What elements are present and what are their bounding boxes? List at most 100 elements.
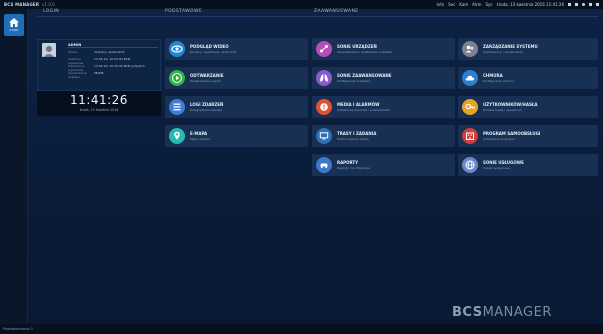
building-icon [462, 128, 478, 144]
tile-title: UŻYTKOWNIKÓW/HASŁA [483, 102, 538, 107]
tile-text: SONIE USŁUGOWE Usługi systemowe [483, 160, 524, 170]
tile-network[interactable]: SONIE URZĄDZEŃ Wyszukiwanie i dodawanie u… [312, 38, 455, 60]
tile-subtitle: Kamery, rejestracja, obraz PTZ [190, 50, 237, 54]
map-icon [169, 128, 185, 144]
tile-globe[interactable]: SONIE USŁUGOWE Usługi systemowe [458, 154, 598, 176]
tile-title: ZARZĄDZANIE SYSTEMU [483, 44, 538, 49]
tile-users[interactable]: ZARZĄDZANIE SYSTEMU Uzytkownicy i uprawni… [458, 38, 598, 60]
tile-cloud[interactable]: CHMURA Konfiguracja chmury [458, 67, 598, 89]
cloud-icon [462, 70, 478, 86]
login-panel: ADMIN Status Aktywny uzytkownik Ostatnie l… [37, 39, 161, 91]
tile-title: SONIE USŁUGOWE [483, 160, 524, 165]
column-header-login: LOGIN [37, 6, 161, 17]
tile-text: PROGRAM SAMOOBSŁUGI Ustawienia programu [483, 131, 540, 141]
tile-subtitle: Wyszukiwanie i dodawanie urządzeń [337, 50, 392, 54]
column-title: PODSTAWOWE [165, 8, 203, 14]
clock-date: środa, 13 kwietnia 2016 [79, 108, 119, 112]
tile-play[interactable]: ODTWARZANIE Przeglądanie nagrań [165, 67, 308, 89]
login-row: Status Aktywny uzytkownik [68, 50, 158, 57]
lungs-icon [316, 70, 332, 86]
tile-title: RAPORTY [337, 160, 359, 165]
tile-subtitle: Raporty i konfiguracja [337, 166, 370, 170]
tile-car[interactable]: RAPORTY Raporty i konfiguracja [312, 154, 455, 176]
column-title: LOGIN [43, 8, 60, 14]
tile-text: UŻYTKOWNIKÓW/HASŁA Zmiana hasła i uprawni… [483, 102, 538, 112]
tile-subtitle: Mapy obiektu [190, 137, 211, 141]
tile-lungs[interactable]: SONIE ZAAWANSOWANE Konfiguracja urządzeń [312, 67, 455, 89]
tile-monitor[interactable]: TRASY I ZADANIA Harmonogram zadań [312, 125, 455, 147]
column-header-basic: PODSTAWOWE [159, 6, 309, 17]
tile-title: ODTWARZANIE [190, 73, 224, 78]
tile-text: ODTWARZANIE Przeglądanie nagrań [190, 73, 223, 83]
list-icon [169, 99, 185, 115]
tile-subtitle: Przeglądanie nagrań [190, 79, 221, 83]
login-row-value: PELNE [94, 71, 104, 75]
app-title: BCS MANAGER [4, 2, 40, 7]
clock-panel: 11:41:26 środa, 13 kwietnia 2016 [37, 91, 161, 116]
login-row: Ostatnie logowanie 13.04.16, 10:54:44 BCM [68, 57, 158, 65]
column-title: ZAAWANSOWANE [314, 8, 359, 14]
login-details: Status Aktywny uzytkownik Ostatnie logowan… [68, 50, 158, 79]
tile-title: MEDIA I ALARMÓW [337, 102, 380, 107]
login-row-label: Uprawnienia dostepu [68, 71, 87, 79]
clock-time: 11:41:26 [70, 93, 128, 107]
login-row: Uprawnienia dostepu PELNE [68, 71, 158, 79]
tile-text: SONIE URZĄDZEŃ Wyszukiwanie i dodawanie u… [337, 44, 392, 54]
users-icon [462, 41, 478, 57]
tile-text: SONIE ZAAWANSOWANE Konfiguracja urządzeń [337, 73, 392, 83]
home-button[interactable]: START [4, 14, 24, 36]
tile-title: CHMURA [483, 73, 503, 78]
tile-eye[interactable]: PODGLĄD WIDEO Kamery, rejestracja, obraz … [165, 38, 308, 60]
tile-text: LOGI ZDARZEŃ Przeglądanie zdarzeń [190, 102, 223, 112]
login-row-value: Aktywny uzytkownik [94, 50, 125, 54]
tile-list[interactable]: LOGI ZDARZEŃ Przeglądanie zdarzeń [165, 96, 308, 118]
alarm-icon [316, 99, 332, 115]
tile-subtitle: Uzytkownicy i uprawnienia [483, 50, 524, 54]
column-header-advanced: ZAAWANSOWANE [308, 6, 598, 17]
tile-subtitle: Konfiguracja urządzeń [337, 79, 371, 83]
login-row-value: 13.04.16, 10:54:44 BCM [94, 57, 131, 61]
tile-title: PODGLĄD WIDEO [190, 44, 229, 49]
logo-bold: BCS [452, 305, 483, 320]
tile-alarm[interactable]: MEDIA I ALARMÓW Ustawienia alarmów i powi… [312, 96, 455, 118]
play-icon [169, 70, 185, 86]
car-icon [316, 157, 332, 173]
tile-subtitle: Harmonogram zadań [337, 137, 369, 141]
network-icon [316, 41, 332, 57]
sidebar: START [0, 9, 28, 324]
eye-icon [169, 41, 185, 57]
tile-map[interactable]: E-MAPA Mapy obiektu [165, 125, 308, 147]
tile-text: ZARZĄDZANIE SYSTEMU Uzytkownicy i uprawni… [483, 44, 538, 54]
bcs-manager-logo: BCSMANAGER [452, 305, 552, 320]
tile-subtitle: Przeglądanie zdarzeń [190, 108, 223, 112]
tile-text: MEDIA I ALARMÓW Ustawienia alarmów i powi… [337, 102, 390, 112]
tile-key[interactable]: UŻYTKOWNIKÓW/HASŁA Zmiana hasła i uprawni… [458, 96, 598, 118]
tile-subtitle: Usługi systemowe [483, 166, 511, 170]
globe-icon [462, 157, 478, 173]
tile-title: SONIE URZĄDZEŃ [337, 44, 377, 49]
tile-title: E-MAPA [190, 131, 208, 136]
monitor-icon [316, 128, 332, 144]
login-row-value: 13.04.16, 10:34:46 BCM pulpitem [94, 64, 145, 68]
user-avatar-icon [42, 43, 56, 57]
status-bar: Powiadomienia 0 [0, 324, 603, 334]
tile-text: CHMURA Konfiguracja chmury [483, 73, 514, 83]
logo-rest: MANAGER [482, 305, 552, 320]
login-divider [68, 47, 158, 48]
tile-subtitle: Konfiguracja chmury [483, 79, 514, 83]
tile-title: TRASY I ZADANIA [337, 131, 377, 136]
tile-text: RAPORTY Raporty i konfiguracja [337, 160, 370, 170]
login-row: Poprzednie logowanie 13.04.16, 10:34:46 B… [68, 64, 158, 72]
notifications-status[interactable]: Powiadomienia 0 [3, 327, 33, 331]
tile-title: LOGI ZDARZEŃ [190, 102, 224, 107]
tile-title: SONIE ZAAWANSOWANE [337, 73, 392, 78]
key-icon [462, 99, 478, 115]
tile-title: PROGRAM SAMOOBSŁUGI [483, 131, 541, 136]
home-label: START [9, 28, 19, 32]
tile-building[interactable]: PROGRAM SAMOOBSŁUGI Ustawienia programu [458, 125, 598, 147]
tile-subtitle: Zmiana hasła i uprawnień [483, 108, 522, 112]
tile-subtitle: Ustawienia alarmów i powiadomień [337, 108, 391, 112]
login-row-label: Status [68, 50, 78, 54]
tile-text: TRASY I ZADANIA Harmonogram zadań [337, 131, 376, 141]
tile-text: PODGLĄD WIDEO Kamery, rejestracja, obraz … [190, 44, 236, 54]
